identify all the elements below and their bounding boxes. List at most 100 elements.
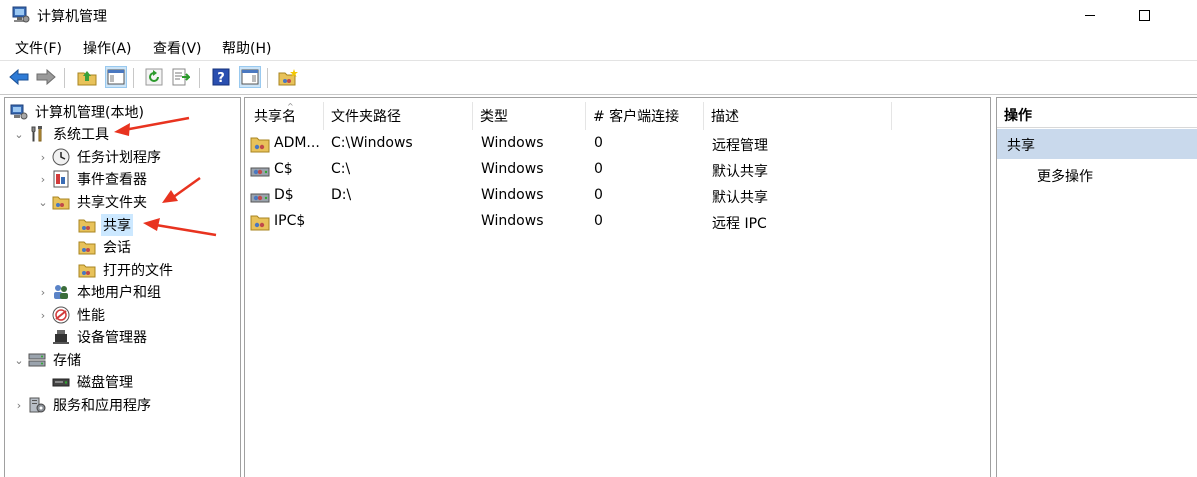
chevron-down-icon[interactable]: ⌄ — [35, 196, 51, 209]
toolbar-separator — [267, 68, 268, 88]
up-folder-icon — [77, 71, 97, 86]
tree-item-sessions[interactable]: 会话 — [77, 236, 133, 258]
window-title: 计算机管理 — [37, 9, 107, 25]
up-folder-button[interactable] — [76, 66, 98, 88]
column-header-label: 文件夹路径 — [331, 109, 401, 125]
toolbar-separator — [199, 68, 200, 88]
column-header-description[interactable]: 描述 — [704, 102, 892, 130]
maximize-icon — [1138, 9, 1150, 21]
tree-item-label: 系统工具 — [53, 127, 109, 143]
cell-folder-path: D:\ — [331, 187, 352, 203]
tree-item-computer-management[interactable]: 计算机管理(本地) — [9, 101, 146, 123]
column-header-type[interactable]: 类型 — [473, 102, 586, 130]
cell-type: Windows — [481, 161, 544, 177]
tree-item-shared-folders[interactable]: ⌄ 共享文件夹 — [35, 191, 149, 213]
back-button[interactable] — [8, 66, 30, 88]
back-icon — [9, 69, 29, 85]
title-bar: 计算机管理 — [0, 0, 1197, 32]
maximize-button[interactable] — [1121, 0, 1167, 30]
tree-item-storage[interactable]: ⌄ 存储 — [11, 349, 83, 371]
refresh-button[interactable] — [143, 66, 165, 88]
tree-item-label: 会话 — [103, 240, 131, 256]
menu-action[interactable]: 操作(A) — [83, 38, 132, 58]
clock-icon — [51, 147, 71, 167]
tree-item-label: 任务计划程序 — [77, 150, 161, 166]
menu-bar: 文件(F) 操作(A) 查看(V) 帮助(H) — [0, 33, 1197, 59]
export-list-icon — [172, 68, 190, 86]
cell-folder-path: C:\Windows — [331, 135, 413, 151]
show-hide-tree-button[interactable] — [105, 66, 127, 88]
tree-item-device-manager[interactable]: 设备管理器 — [51, 326, 149, 348]
minimize-icon — [1085, 14, 1095, 16]
chevron-right-icon[interactable]: › — [11, 399, 27, 412]
help-button[interactable]: ? — [210, 66, 232, 88]
tree-item-disk-management[interactable]: 磁盘管理 — [51, 371, 135, 393]
cell-share-name: IPC$ — [274, 213, 306, 229]
more-actions-link[interactable]: 更多操作 — [1037, 166, 1093, 186]
chevron-down-icon[interactable]: ⌄ — [11, 354, 27, 367]
actions-section-shares[interactable]: 共享 — [997, 129, 1197, 159]
shares-list: ^ 共享名 文件夹路径 类型 # 客户端连接 描述 ADM... C:\Wind… — [244, 97, 991, 477]
chevron-down-icon[interactable]: ⌄ — [11, 128, 27, 141]
chevron-right-icon[interactable]: › — [35, 286, 51, 299]
column-header-label: 描述 — [711, 109, 739, 125]
tree-item-label: 设备管理器 — [77, 330, 147, 346]
tree-item-local-users[interactable]: › 本地用户和组 — [35, 281, 163, 303]
cell-description: 远程管理 — [712, 138, 768, 154]
cell-share-name: D$ — [274, 187, 294, 203]
cell-share-name: ADM... — [274, 135, 320, 151]
forward-button[interactable] — [35, 66, 57, 88]
svg-text:?: ? — [217, 71, 225, 86]
tree-item-label: 磁盘管理 — [77, 375, 133, 391]
cell-folder-path: C:\ — [331, 161, 351, 177]
new-share-button[interactable] — [277, 66, 299, 88]
shared-folder-icon — [77, 237, 97, 257]
shared-folder-icon — [77, 260, 97, 280]
pane-divider — [0, 94, 1197, 95]
menu-file[interactable]: 文件(F) — [15, 38, 62, 58]
tree-item-label: 共享文件夹 — [77, 195, 147, 211]
show-hide-action-pane-button[interactable] — [239, 66, 261, 88]
cell-client-connections: 0 — [594, 187, 603, 203]
table-row[interactable]: D$ D:\ Windows 0 默认共享 — [245, 183, 990, 209]
chevron-right-icon[interactable]: › — [35, 151, 51, 164]
toolbar: ? — [0, 60, 1197, 94]
cell-client-connections: 0 — [594, 135, 603, 151]
cell-client-connections: 0 — [594, 213, 603, 229]
toolbar-separator — [64, 68, 65, 88]
sort-ascending-icon: ^ — [287, 102, 294, 111]
table-row[interactable]: IPC$ Windows 0 远程 IPC — [245, 209, 990, 235]
forward-icon — [36, 69, 56, 85]
table-row[interactable]: ADM... C:\Windows Windows 0 远程管理 — [245, 131, 990, 157]
menu-view[interactable]: 查看(V) — [153, 38, 202, 58]
tree-item-shares[interactable]: 共享 — [77, 214, 133, 236]
device-manager-icon — [51, 327, 71, 347]
column-header-share-name[interactable]: ^ 共享名 — [247, 102, 324, 130]
export-list-button[interactable] — [170, 66, 192, 88]
cell-description: 默认共享 — [712, 190, 768, 206]
menu-help[interactable]: 帮助(H) — [222, 38, 271, 58]
tree-item-system-tools[interactable]: ⌄ 系统工具 — [11, 123, 111, 145]
tree-item-task-scheduler[interactable]: › 任务计划程序 — [35, 146, 163, 168]
tree-item-services-apps[interactable]: › 服务和应用程序 — [11, 394, 153, 416]
cell-type: Windows — [481, 187, 544, 203]
actions-pane: 操作 共享 更多操作 — [996, 97, 1197, 477]
shared-folder-icon — [77, 215, 97, 235]
cell-description: 远程 IPC — [712, 216, 767, 232]
column-header-client-connections[interactable]: # 客户端连接 — [586, 102, 704, 130]
column-header-folder-path[interactable]: 文件夹路径 — [324, 102, 473, 130]
tree-item-event-viewer[interactable]: › 事件查看器 — [35, 168, 149, 190]
chevron-right-icon[interactable]: › — [35, 309, 51, 322]
tools-icon — [27, 124, 47, 144]
chevron-right-icon[interactable]: › — [35, 173, 51, 186]
actions-header: 操作 — [997, 98, 1197, 128]
navigation-tree: 计算机管理(本地) ⌄ 系统工具 › 任务计划程序 › 事件查看器 ⌄ 共享文件… — [4, 97, 241, 477]
tree-item-open-files[interactable]: 打开的文件 — [77, 259, 175, 281]
show-hide-tree-icon — [107, 69, 125, 85]
show-hide-action-pane-icon — [241, 69, 259, 85]
cell-client-connections: 0 — [594, 161, 603, 177]
toolbar-separator — [133, 68, 134, 88]
tree-item-performance[interactable]: › 性能 — [35, 304, 107, 326]
table-row[interactable]: C$ C:\ Windows 0 默认共享 — [245, 157, 990, 183]
minimize-button[interactable] — [1067, 0, 1113, 30]
